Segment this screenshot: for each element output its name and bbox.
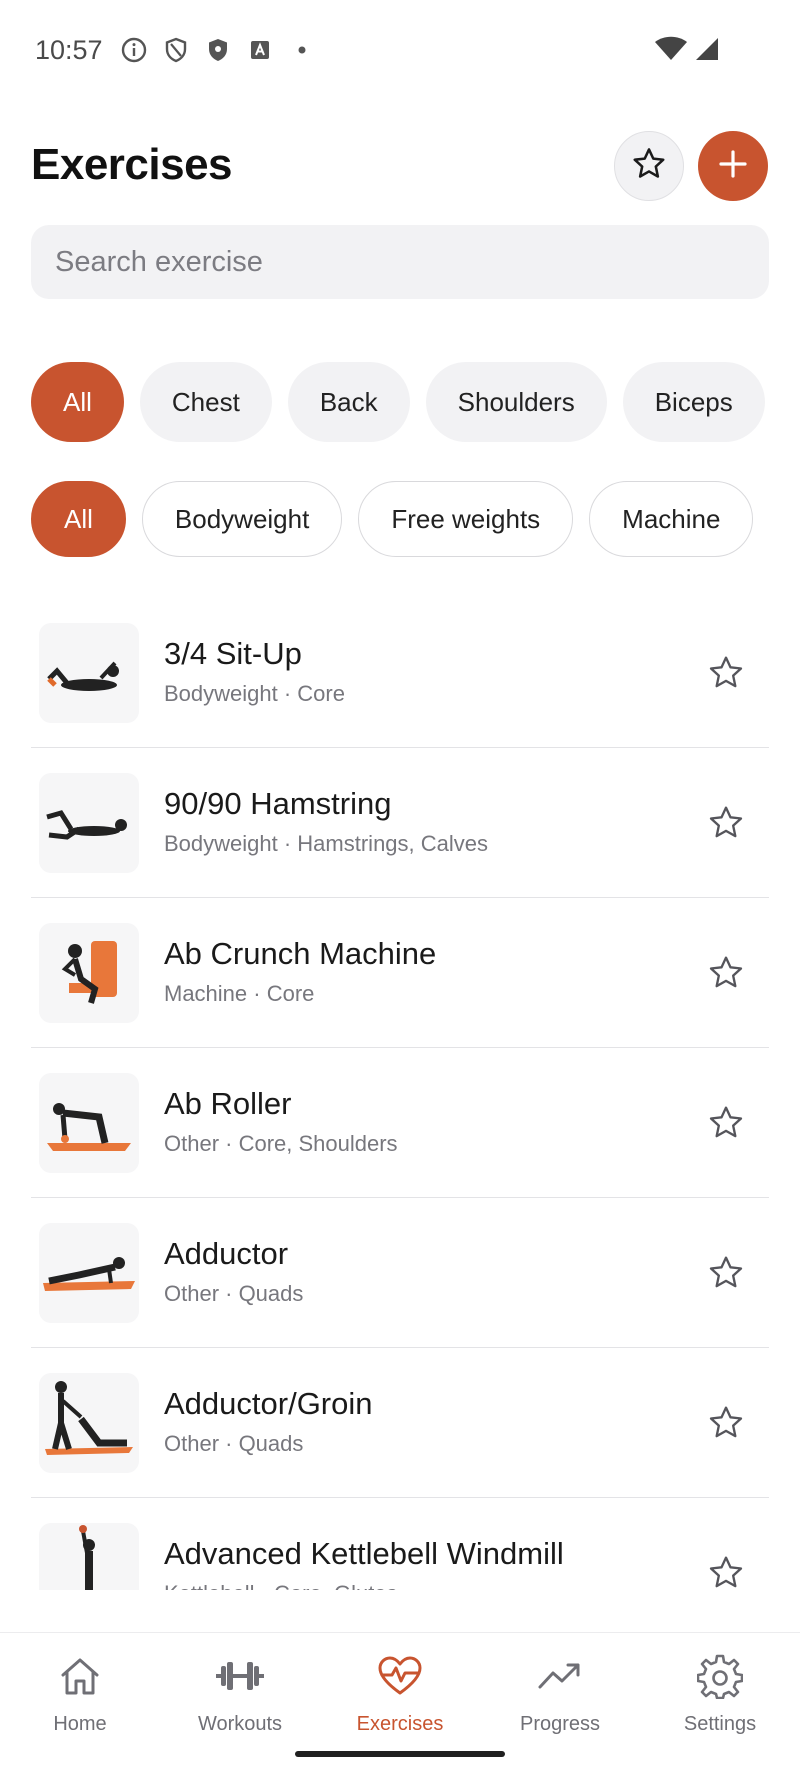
home-indicator[interactable] <box>295 1751 505 1757</box>
gear-icon <box>650 1651 790 1701</box>
app-a-icon <box>246 36 274 64</box>
favorite-star-icon[interactable] <box>703 800 749 846</box>
nav-settings-label: Settings <box>683 1713 757 1735</box>
equipment-chip-all[interactable]: All <box>31 481 126 557</box>
trending-up-icon <box>490 1651 630 1701</box>
exercise-name: Ab Crunch Machine <box>164 936 437 971</box>
nav-home-label: Home <box>53 1713 107 1735</box>
exercise-thumbnail <box>39 923 139 1023</box>
shield-outline-icon <box>162 36 190 64</box>
nav-progress[interactable]: Progress <box>490 1651 630 1736</box>
favorite-star-icon[interactable] <box>703 1550 749 1590</box>
exercise-row[interactable]: Advanced Kettlebell Windmill Kettlebell … <box>31 1498 769 1590</box>
exercise-name: Adductor <box>164 1236 289 1271</box>
nav-exercises-label: Exercises <box>356 1713 444 1735</box>
favorite-star-icon[interactable] <box>703 1400 749 1446</box>
exercise-name: 3/4 Sit-Up <box>164 636 302 671</box>
exercise-row[interactable]: 3/4 Sit-Up Bodyweight · Core <box>31 598 769 748</box>
favorite-star-icon[interactable] <box>703 650 749 696</box>
dumbbell-icon <box>170 1651 310 1701</box>
muscle-chip-biceps[interactable]: Biceps <box>622 362 765 442</box>
muscle-chip-chest[interactable]: Chest <box>139 362 272 442</box>
exercise-name: Advanced Kettlebell Windmill <box>164 1536 564 1571</box>
exercise-thumbnail <box>39 623 139 723</box>
muscle-filter-chips: All Chest Back Shoulders Biceps <box>31 362 765 442</box>
nav-settings[interactable]: Settings <box>650 1651 790 1736</box>
exercise-details: Other · Quads <box>164 1281 304 1306</box>
home-icon <box>10 1651 150 1701</box>
exercise-details: Bodyweight · Hamstrings, Calves <box>164 831 489 856</box>
heart-pulse-icon <box>330 1651 470 1701</box>
dot-icon <box>288 36 316 64</box>
status-bar: 10:57 <box>0 0 800 100</box>
exercise-name: Ab Roller <box>164 1086 292 1121</box>
search-field[interactable] <box>31 225 769 299</box>
muscle-chip-shoulders[interactable]: Shoulders <box>425 362 607 442</box>
shield-filled-icon <box>204 36 232 64</box>
muscle-chip-all[interactable]: All <box>31 362 124 442</box>
exercise-row[interactable]: Ab Roller Other · Core, Shoulders <box>31 1048 769 1198</box>
exercise-row[interactable]: Adductor/Groin Other · Quads <box>31 1348 769 1498</box>
exercise-name: 90/90 Hamstring <box>164 786 392 821</box>
equipment-chip-bodyweight[interactable]: Bodyweight <box>141 481 343 557</box>
exercise-thumbnail <box>39 1373 139 1473</box>
exercise-thumbnail <box>39 1223 139 1323</box>
wifi-icon <box>654 36 688 67</box>
cell-signal-icon <box>694 36 720 67</box>
nav-home[interactable]: Home <box>10 1651 150 1736</box>
favorite-star-icon[interactable] <box>703 950 749 996</box>
exercise-row[interactable]: Adductor Other · Quads <box>31 1198 769 1348</box>
favorites-filter-button[interactable] <box>614 131 684 201</box>
nav-exercises[interactable]: Exercises <box>330 1651 470 1736</box>
exercise-row[interactable]: Ab Crunch Machine Machine · Core <box>31 898 769 1048</box>
favorite-star-icon[interactable] <box>703 1100 749 1146</box>
equipment-chip-free-weights[interactable]: Free weights <box>358 481 574 557</box>
favorite-star-icon[interactable] <box>703 1250 749 1296</box>
exercise-details: Machine · Core <box>164 981 315 1006</box>
exercise-thumbnail <box>39 1073 139 1173</box>
star-outline-icon <box>630 145 668 188</box>
exercise-thumbnail <box>39 1523 139 1590</box>
equipment-filter-chips: All Bodyweight Free weights Machine <box>31 481 754 557</box>
status-notification-icons <box>120 36 316 64</box>
nav-workouts-label: Workouts <box>197 1713 283 1735</box>
exercise-details: Other · Core, Shoulders <box>164 1131 398 1156</box>
muscle-chip-back[interactable]: Back <box>287 362 410 442</box>
add-exercise-button[interactable] <box>698 131 768 201</box>
exercise-name: Adductor/Groin <box>164 1386 373 1421</box>
status-connectivity <box>654 36 720 67</box>
exercise-details: Bodyweight · Core <box>164 681 345 706</box>
exercise-row[interactable]: 90/90 Hamstring Bodyweight · Hamstrings,… <box>31 748 769 898</box>
plus-icon <box>716 147 750 186</box>
search-input[interactable] <box>31 225 769 299</box>
equipment-chip-machine[interactable]: Machine <box>589 481 754 557</box>
nav-workouts[interactable]: Workouts <box>170 1651 310 1736</box>
info-icon <box>120 36 148 64</box>
exercise-details: Kettlebell · Core, Glutes <box>164 1581 398 1590</box>
exercise-thumbnail <box>39 773 139 873</box>
exercise-details: Other · Quads <box>164 1431 304 1456</box>
nav-progress-label: Progress <box>519 1713 601 1735</box>
exercise-list[interactable]: 3/4 Sit-Up Bodyweight · Core 90/90 Hamst… <box>31 598 769 1590</box>
status-time: 10:57 <box>35 35 103 65</box>
page-title: Exercises <box>31 140 233 189</box>
